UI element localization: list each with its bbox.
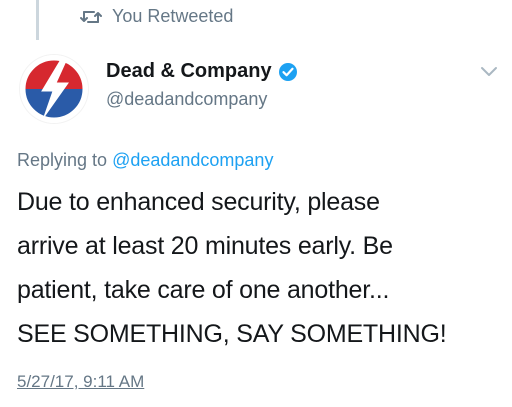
- retweet-label: You Retweeted: [112, 6, 234, 26]
- tweet-line: patient, take care of one another...: [17, 276, 390, 304]
- replying-to-handle-link[interactable]: @deadandcompany: [112, 150, 273, 170]
- author-name[interactable]: Dead & Company: [106, 60, 272, 83]
- tweet-line: SEE SOMETHING, SAY SOMETHING!: [17, 320, 447, 348]
- author-handle[interactable]: @deadandcompany: [106, 89, 298, 110]
- thread-connector-line: [36, 0, 39, 40]
- replying-to: Replying to @deadandcompany: [17, 150, 273, 171]
- author-name-row: Dead & Company: [106, 60, 298, 83]
- replying-to-prefix: Replying to: [17, 150, 113, 170]
- chevron-down-icon: [481, 67, 497, 76]
- retweet-icon: [80, 8, 102, 26]
- tweet-line: Due to enhanced security, please: [17, 188, 380, 216]
- avatar[interactable]: [20, 55, 88, 123]
- tweet-timestamp-link[interactable]: 5/27/17, 9:11 AM: [17, 372, 144, 392]
- author-block: Dead & Company @deadandcompany: [106, 60, 298, 110]
- verified-badge-icon: [278, 62, 298, 82]
- steal-your-face-bolt-avatar: [20, 55, 88, 123]
- tweet-line: arrive at least 20 minutes early. Be: [17, 232, 393, 260]
- tweet-text: Due to enhanced security, please arrive …: [17, 180, 497, 356]
- retweet-context: You Retweeted: [80, 6, 233, 27]
- tweet-menu-button[interactable]: [478, 64, 500, 80]
